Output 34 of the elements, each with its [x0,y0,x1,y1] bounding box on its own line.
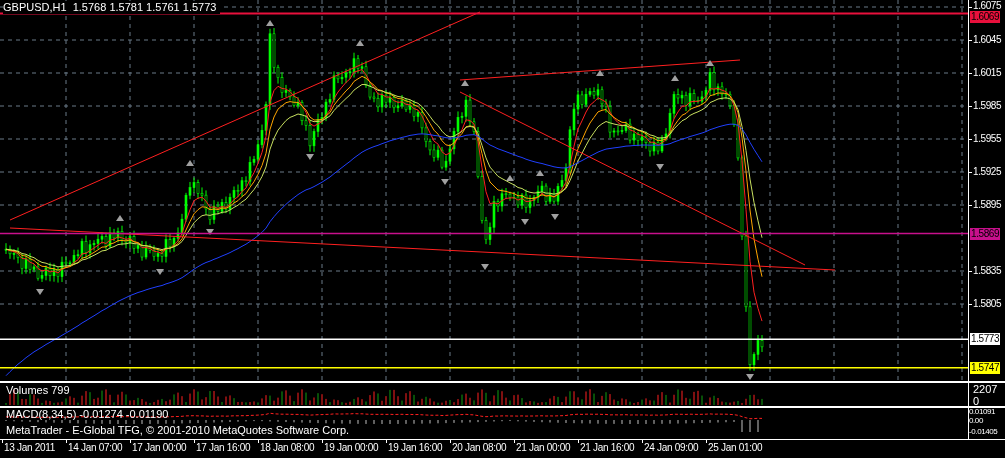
price-axis-label: 1.5805 [973,299,1002,309]
price-axis-label: 1.5955 [973,134,1002,144]
price-axis-label: 1.5835 [973,266,1002,276]
volume-axis-label: 2207 [973,384,998,395]
price-axis-label: 1.5895 [973,200,1002,210]
time-axis-label: 17 Jan 16:00 [196,443,251,453]
time-axis-label: 20 Jan 08:00 [452,443,507,453]
time-axis-label: 19 Jan 00:00 [324,443,379,453]
price-tag: 1.5773 [970,333,1001,346]
time-axis-label: 17 Jan 00:00 [132,443,187,453]
macd-axis-label: 0.01091 [969,408,996,416]
price-axis-label: 1.6045 [973,35,1002,45]
time-axis-label: 13 Jan 2011 [4,443,55,453]
time-axis-label: 14 Jan 07:00 [68,443,123,453]
macd-indicator-title: MACD(8,34,5) -0.01274 -0.01190 [6,409,169,420]
time-axis-label: 18 Jan 08:00 [260,443,315,453]
macd-axis-label: -0.01405 [969,428,998,436]
time-axis-label: 24 Jan 09:00 [644,443,699,453]
price-tag: 1.5869 [970,227,1001,240]
price-axis-label: 1.5925 [973,167,1002,177]
chart-header: GBPUSD,H1 1.5768 1.5781 1.5761 1.5773 [3,1,221,14]
price-tag: 1.5747 [970,361,1001,374]
time-axis-label: 19 Jan 16:00 [388,443,443,453]
price-axis-label: 1.6075 [973,1,1002,11]
volumes-indicator-title: Volumes 799 [6,385,70,396]
macd-axis-label: 0.00 [969,417,983,425]
copyright-text: MetaTrader - E-Global TFG, © 2001-2010 MetaQuotes Software Corp. [6,425,350,436]
time-axis-label: 21 Jan 00:00 [516,443,571,453]
price-axis-label: 1.6015 [973,68,1002,78]
time-axis-label: 21 Jan 16:00 [580,443,635,453]
price-axis-label: 1.5985 [973,101,1002,111]
price-tag: 1.6069 [970,10,1001,23]
time-axis-label: 25 Jan 01:00 [708,443,763,453]
volume-axis-label: 0 [973,396,980,407]
